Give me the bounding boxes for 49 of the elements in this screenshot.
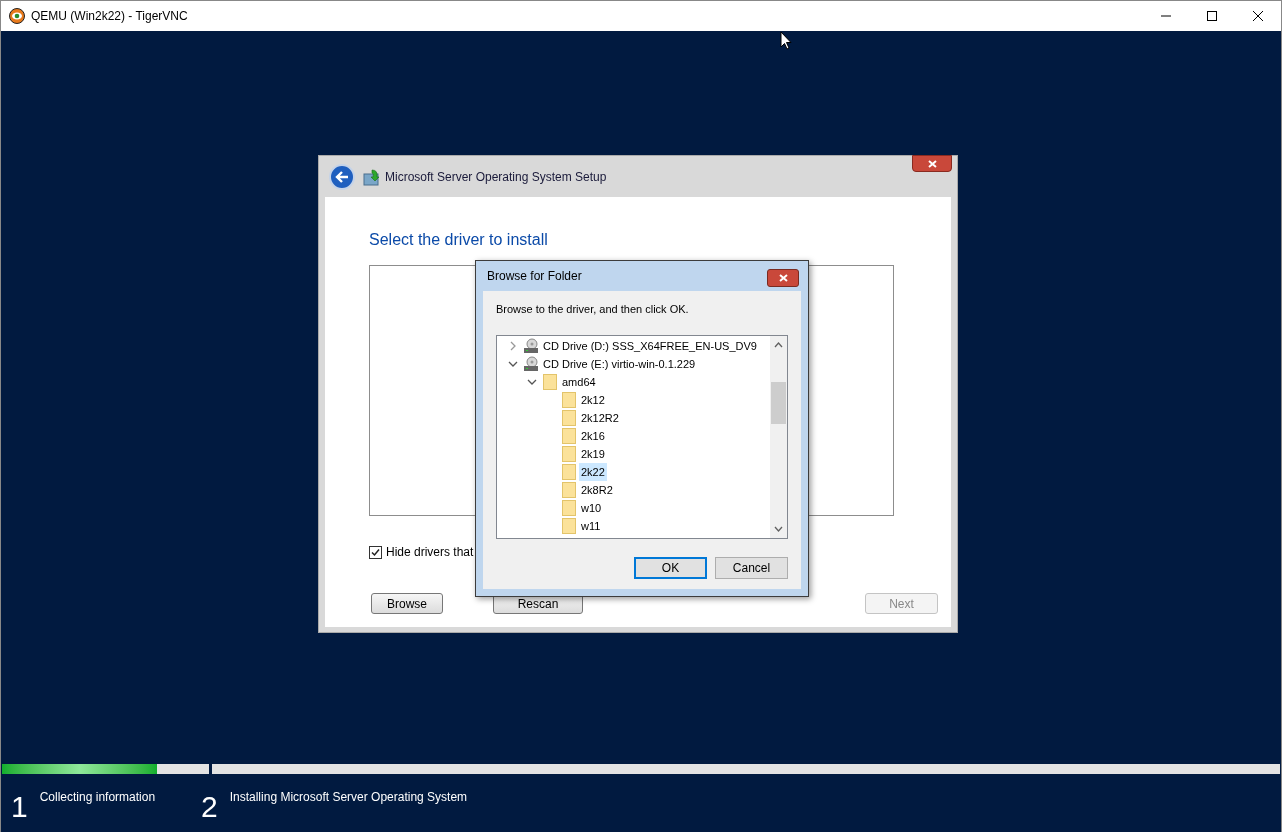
tree-item[interactable]: w11	[579, 516, 603, 535]
tree-item[interactable]: 2k16	[579, 426, 607, 445]
hide-drivers-checkbox[interactable]	[369, 545, 382, 559]
chevron-right-icon[interactable]	[508, 340, 518, 351]
step-label: Collecting information	[39, 789, 156, 806]
folder-icon	[562, 409, 576, 426]
folder-icon	[562, 391, 576, 408]
disc-drive-icon	[523, 355, 539, 372]
page-heading: Select the driver to install	[369, 230, 548, 250]
disc-drive-icon	[523, 337, 539, 354]
folder-icon	[562, 445, 576, 462]
step-number: 1	[11, 792, 28, 822]
dialog-button[interactable]: OK	[634, 556, 707, 579]
instruction-text: Browse to the driver, and then click OK.	[496, 302, 690, 317]
setup-icon	[363, 167, 381, 186]
back-arrow-icon	[335, 170, 349, 183]
maximize-icon	[1207, 11, 1217, 21]
folder-icon	[543, 373, 557, 390]
close-button[interactable]	[767, 269, 799, 287]
close-icon	[927, 159, 937, 168]
tree-item[interactable]: 2k19	[579, 444, 607, 463]
folder-icon	[562, 427, 576, 444]
tree-item[interactable]: amd64	[560, 372, 598, 391]
window-title: QEMU (Win2k22) - TigerVNC	[31, 8, 188, 25]
close-icon	[1253, 11, 1263, 21]
tree-item[interactable]: w10	[579, 498, 604, 517]
app-logo-icon	[9, 8, 25, 24]
dialog-button[interactable]: Cancel	[715, 556, 788, 579]
folder-icon	[562, 481, 576, 498]
back-button[interactable]	[329, 163, 355, 190]
tree-item[interactable]: 2k22	[579, 462, 607, 481]
tree-item[interactable]: 2k12	[579, 390, 607, 409]
setup-button[interactable]: Browse	[371, 593, 443, 614]
tree-item[interactable]: CD Drive (E:) virtio-win-0.1.229	[541, 354, 698, 373]
scrollbar[interactable]	[770, 335, 787, 538]
close-icon	[778, 274, 788, 282]
tree-item[interactable]: 2k12R2	[579, 408, 621, 427]
tree-item[interactable]: CD Drive (D:) SSS_X64FREE_EN-US_DV9	[541, 336, 759, 355]
close-button[interactable]	[912, 155, 952, 172]
folder-icon	[562, 463, 576, 480]
setup-title: Microsoft Server Operating System Setup	[385, 168, 607, 186]
scrollbar-thumb[interactable]	[771, 381, 786, 424]
step-label: Installing Microsoft Server Operating System	[229, 789, 468, 806]
checkbox-label: Hide drivers that	[386, 544, 474, 561]
tree-item[interactable]: 2k8R2	[579, 480, 615, 499]
folder-icon	[562, 517, 576, 534]
dialog-title: Browse for Folder	[487, 268, 582, 285]
step-number: 2	[201, 792, 218, 822]
folder-icon	[562, 499, 576, 516]
